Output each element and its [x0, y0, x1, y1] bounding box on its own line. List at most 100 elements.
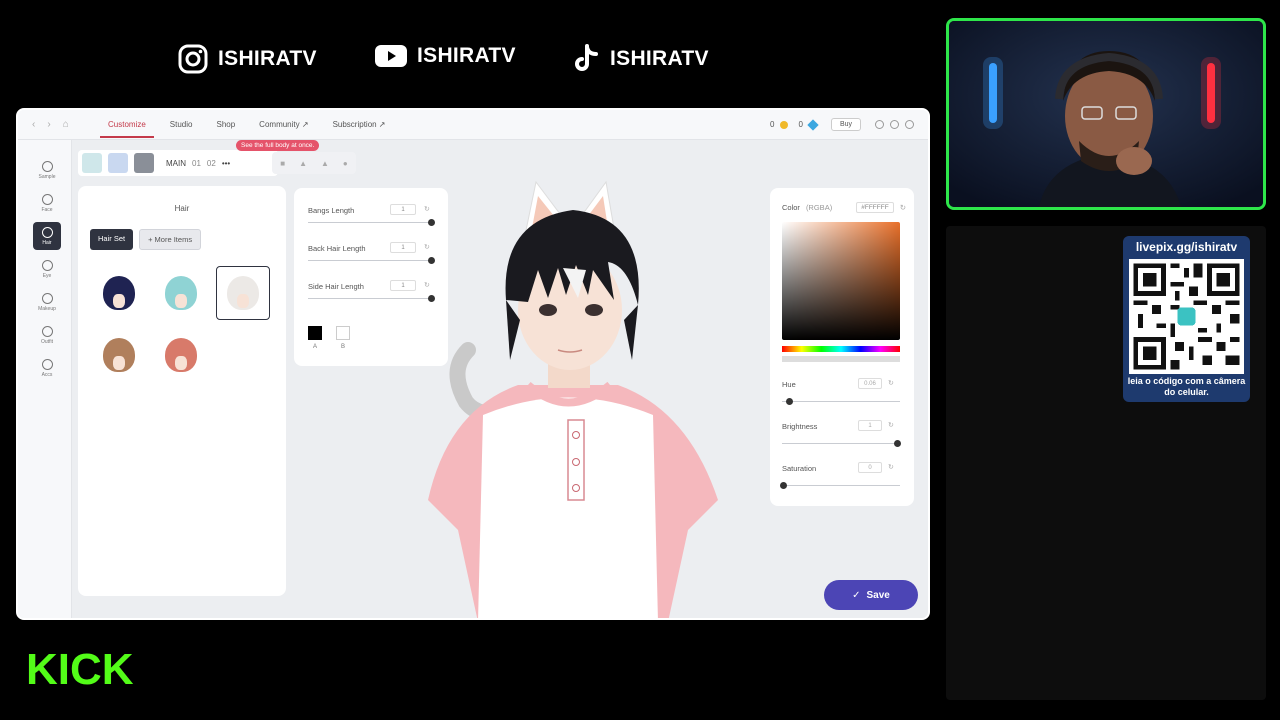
- hair-panel: Hair Hair Set + More Items: [78, 186, 286, 596]
- slider-knob[interactable]: [786, 398, 793, 405]
- hair-style-brown[interactable]: [92, 328, 146, 382]
- camera-icon[interactable]: ■: [280, 159, 285, 168]
- brightness-value[interactable]: 1: [858, 420, 882, 431]
- tiktok-icon: [575, 44, 598, 71]
- preset-thumb-1[interactable]: [82, 153, 102, 173]
- app-window: ‹ › ⌂ Customize Studio Shop Community ↗ …: [16, 108, 930, 620]
- back-hair-length-label: Back Hair Length: [308, 244, 366, 253]
- rail-label: Eye: [42, 272, 52, 279]
- hair-thumb: [227, 276, 259, 310]
- home-icon[interactable]: ⌂: [63, 119, 69, 130]
- check-icon: ✓: [852, 589, 861, 601]
- rail-outfit[interactable]: Outfit: [33, 321, 61, 349]
- hair-thumb: [103, 338, 135, 372]
- brightness-label: Brightness: [782, 422, 818, 431]
- gem-count: 0: [798, 120, 803, 129]
- preset-main[interactable]: MAIN: [166, 159, 186, 168]
- preset-thumb-2[interactable]: [108, 153, 128, 173]
- color-header: Color (RGBA) #FFFFFF ↻: [782, 202, 906, 213]
- instagram-label: ISHIRATV: [218, 47, 317, 70]
- rail-label: Face: [41, 206, 53, 213]
- color-swatch-b[interactable]: [336, 326, 350, 340]
- alpha-strip[interactable]: [782, 356, 900, 362]
- person-icon: [41, 160, 53, 172]
- tab-community[interactable]: Community ↗: [257, 112, 310, 137]
- saturation-value-area[interactable]: [782, 222, 900, 340]
- reset-icon[interactable]: ↻: [888, 379, 894, 387]
- hair-set-tab[interactable]: Hair Set: [90, 229, 134, 250]
- swatch-a-label: A: [313, 344, 318, 350]
- back-icon[interactable]: ‹: [32, 119, 35, 130]
- hue-strip[interactable]: [782, 346, 900, 352]
- rail-eye[interactable]: Eye: [33, 255, 61, 283]
- pose-icon[interactable]: ▲: [299, 159, 307, 168]
- shirt-icon: [41, 325, 53, 337]
- color-swatch-a[interactable]: [308, 326, 322, 340]
- hair-style-navy[interactable]: [92, 266, 146, 320]
- streamer-camera-image: [949, 21, 1263, 207]
- rail-label: Accs: [41, 371, 53, 378]
- save-label: Save: [866, 589, 890, 601]
- category-rail: Sample Face Hair Eye Makeup Outfit Accs: [18, 140, 72, 618]
- rail-makeup[interactable]: Makeup: [33, 288, 61, 316]
- youtube-label: ISHIRATV: [417, 44, 516, 67]
- reset-view-icon[interactable]: ●: [343, 159, 348, 168]
- hex-input[interactable]: #FFFFFF: [856, 202, 894, 213]
- tab-customize[interactable]: Customize: [100, 112, 154, 138]
- qr-code: [1129, 259, 1244, 374]
- color-title: Color: [782, 203, 800, 212]
- instagram-icon: [178, 44, 208, 74]
- saturation-value[interactable]: 0: [858, 462, 882, 473]
- tab-subscription[interactable]: Subscription ↗: [331, 112, 388, 137]
- bell-icon[interactable]: [875, 120, 884, 129]
- slider-track: [782, 485, 900, 486]
- top-nav: ‹ › ⌂ Customize Studio Shop Community ↗ …: [18, 110, 928, 140]
- rail-label: Makeup: [38, 305, 56, 312]
- hair-tabs: Hair Set + More Items: [90, 229, 286, 250]
- rail-hair[interactable]: Hair: [33, 222, 61, 250]
- coin-icon: [780, 120, 789, 129]
- nav-controls: ‹ › ⌂: [32, 119, 86, 130]
- slider-knob[interactable]: [894, 440, 901, 447]
- rail-label: Sample: [38, 173, 56, 180]
- hue-value[interactable]: 0.06: [858, 378, 882, 389]
- hair-style-white[interactable]: [216, 266, 270, 320]
- face-icon: [41, 193, 53, 205]
- rail-label: Outfit: [41, 338, 53, 345]
- preset-01[interactable]: 01: [192, 159, 201, 168]
- hue-label: Hue: [782, 380, 796, 389]
- hair-thumb: [165, 276, 197, 310]
- reset-icon[interactable]: ↻: [888, 463, 894, 471]
- hair-style-pink[interactable]: [154, 328, 208, 382]
- livepix-qr-card: livepix.gg/ishiratv leia o código com a …: [1123, 236, 1250, 402]
- color-mode: (RGBA): [805, 203, 833, 212]
- makeup-icon: [41, 292, 53, 304]
- rail-sample[interactable]: Sample: [33, 156, 61, 184]
- body-icon[interactable]: ▲: [321, 159, 329, 168]
- preset-02[interactable]: 02: [207, 159, 216, 168]
- reset-icon[interactable]: ↻: [888, 421, 894, 429]
- color-picker-panel: Color (RGBA) #FFFFFF ↻ Hue 0.06 ↻ Bright…: [770, 188, 914, 506]
- hair-panel-title: Hair: [174, 204, 190, 213]
- rail-face[interactable]: Face: [33, 189, 61, 217]
- settings-icon[interactable]: [905, 120, 914, 129]
- eye-icon: [41, 259, 53, 271]
- tiktok-label: ISHIRATV: [610, 47, 709, 70]
- forward-icon[interactable]: ›: [47, 119, 50, 130]
- save-button[interactable]: ✓ Save: [824, 580, 918, 610]
- glasses-icon: [41, 358, 53, 370]
- tab-shop[interactable]: Shop: [214, 112, 237, 137]
- tab-studio[interactable]: Studio: [168, 112, 195, 137]
- slider-knob[interactable]: [780, 482, 787, 489]
- avatar-preview[interactable]: [388, 170, 748, 620]
- gem-icon: [807, 118, 819, 131]
- reset-icon[interactable]: ↻: [900, 203, 906, 212]
- more-items-tab[interactable]: + More Items: [139, 229, 202, 250]
- rail-accs[interactable]: Accs: [33, 354, 61, 382]
- hair-style-mint[interactable]: [154, 266, 208, 320]
- kick-logo-text: KICK: [26, 648, 134, 688]
- help-icon[interactable]: [890, 120, 899, 129]
- preset-thumb-3[interactable]: [134, 153, 154, 173]
- buy-button[interactable]: Buy: [830, 118, 861, 131]
- more-options-icon[interactable]: •••: [222, 159, 230, 168]
